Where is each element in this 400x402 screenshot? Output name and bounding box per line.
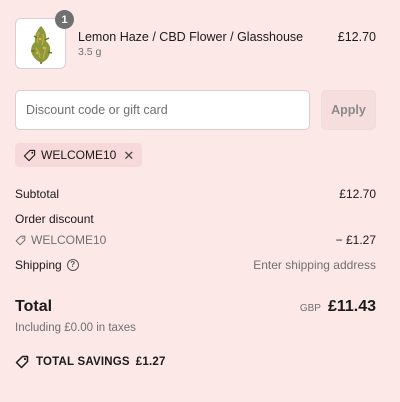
- cart-line-item: 1 Lemon Haze / CBD Flower / Glasshouse 3…: [15, 10, 376, 70]
- product-name: Lemon Haze / CBD Flower / Glasshouse: [78, 30, 304, 44]
- order-summary: 1 Lemon Haze / CBD Flower / Glasshouse 3…: [15, 10, 376, 369]
- savings-value: £1.27: [135, 356, 166, 368]
- currency-code: GBP: [299, 303, 321, 314]
- discount-amount: − £1.27: [335, 233, 376, 247]
- applied-discount-code: WELCOME10: [41, 148, 117, 162]
- discount-code-input[interactable]: [15, 90, 310, 130]
- taxes-note: Including £0.00 in taxes: [15, 322, 136, 334]
- shipping-value: Enter shipping address: [253, 258, 376, 272]
- apply-discount-button[interactable]: Apply: [321, 90, 376, 130]
- subtotal-label: Subtotal: [15, 187, 60, 201]
- tag-icon: [15, 235, 26, 245]
- shipping-row: Shipping ? Enter shipping address: [15, 256, 376, 274]
- discount-code-row: WELCOME10 − £1.27: [15, 231, 376, 249]
- product-price: £12.70: [337, 30, 376, 44]
- shipping-label: Shipping: [15, 258, 62, 272]
- tag-icon: [15, 355, 29, 369]
- total-value: £11.43: [327, 298, 376, 315]
- cost-summary: Subtotal £12.70 Order discount WELCOME10…: [15, 185, 376, 369]
- subtotal-row: Subtotal £12.70: [15, 185, 376, 203]
- remove-discount-icon[interactable]: ✕: [123, 149, 134, 162]
- total-row: Total GBP £11.43: [15, 294, 376, 316]
- cbd-flower-bud-icon: [31, 26, 53, 64]
- subtotal-value: £12.70: [339, 187, 376, 201]
- product-variant: 3.5 g: [78, 46, 102, 58]
- product-info: Lemon Haze / CBD Flower / Glasshouse 3.5…: [78, 18, 338, 58]
- discount-code-name: WELCOME10: [31, 233, 107, 247]
- quantity-badge: 1: [55, 10, 74, 29]
- order-discount-row: Order discount: [15, 210, 376, 228]
- shipping-info-icon[interactable]: ?: [66, 259, 79, 271]
- product-thumbnail: 1: [15, 10, 74, 69]
- total-savings: TOTAL SAVINGS £1.27: [15, 355, 376, 369]
- total-label: Total: [15, 298, 53, 315]
- order-discount-label: Order discount: [15, 212, 94, 226]
- tag-icon: [23, 149, 36, 161]
- applied-discount-tag: WELCOME10 ✕: [15, 143, 143, 167]
- savings-label: TOTAL SAVINGS: [36, 356, 130, 368]
- discount-form: Apply: [15, 90, 376, 130]
